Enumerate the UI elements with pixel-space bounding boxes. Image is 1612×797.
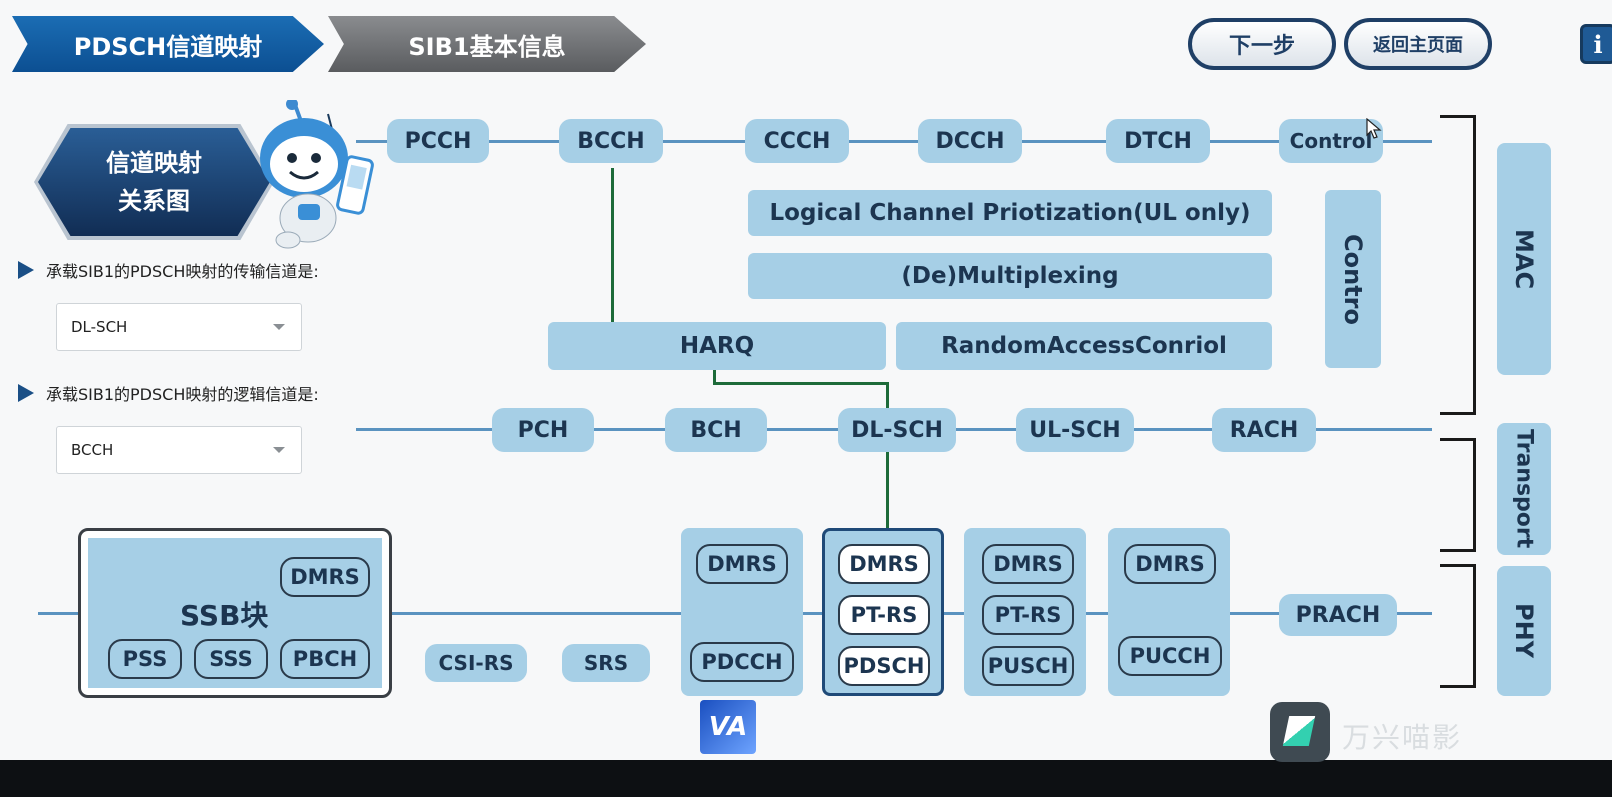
breadcrumb-pdsch-mapping[interactable]: PDSCH信道映射 bbox=[12, 16, 324, 72]
logical-channel-dcch: DCCH bbox=[918, 119, 1022, 163]
logical-channel-select[interactable]: BCCH bbox=[56, 426, 302, 474]
home-button[interactable]: 返回主页面 bbox=[1344, 18, 1492, 70]
next-step-button[interactable]: 下一步 bbox=[1188, 18, 1336, 70]
phy-bracket bbox=[1440, 564, 1476, 688]
question-logical-channel: 承载SIB1的PDSCH映射的逻辑信道是: bbox=[18, 381, 319, 405]
triangle-bullet-icon bbox=[18, 384, 34, 402]
ssb-label: SSB块 bbox=[180, 599, 269, 632]
pusch-channel: PUSCH bbox=[982, 646, 1074, 686]
random-access-control-block: RandomAccessConriol bbox=[896, 322, 1272, 370]
breadcrumb-sib1-info[interactable]: SIB1基本信息 bbox=[328, 16, 646, 72]
va-logo: VA bbox=[700, 700, 756, 754]
harq-block: HARQ bbox=[548, 322, 886, 370]
filmora-logo-icon bbox=[1270, 702, 1330, 762]
pdsch-ptrs: PT-RS bbox=[838, 595, 930, 635]
prach-channel: PRACH bbox=[1279, 594, 1397, 636]
taskbar bbox=[0, 760, 1612, 797]
logical-channel-value: BCCH bbox=[71, 441, 114, 459]
ssb-pbch: PBCH bbox=[280, 639, 370, 679]
transport-channel-select[interactable]: DL-SCH bbox=[56, 303, 302, 351]
logical-channel-bcch: BCCH bbox=[559, 119, 663, 163]
title-line-1: 信道映射 bbox=[106, 149, 202, 177]
bcch-to-harq-line bbox=[611, 168, 614, 322]
page-title: 信道映射 关系图 bbox=[38, 128, 270, 236]
control-block: Contro bbox=[1325, 190, 1381, 368]
transport-channel-pch: PCH bbox=[492, 408, 594, 452]
harq-to-dlsch-line bbox=[713, 382, 889, 385]
pdcch-channel: PDCCH bbox=[690, 642, 794, 682]
watermark-text: 万兴喵影 bbox=[1342, 721, 1463, 754]
question-transport-channel: 承载SIB1的PDSCH映射的传输信道是: bbox=[18, 258, 319, 282]
ssb-dmrs: DMRS bbox=[280, 557, 370, 597]
triangle-bullet-icon bbox=[18, 261, 34, 279]
dlsch-to-pdsch-line bbox=[886, 450, 889, 530]
robot-mascot-icon bbox=[260, 100, 374, 249]
pucch-dmrs: DMRS bbox=[1124, 544, 1216, 584]
layer-label-phy: PHY bbox=[1497, 566, 1551, 696]
pusch-ptrs: PT-RS bbox=[982, 595, 1074, 635]
ssb-sss: SSS bbox=[194, 639, 268, 679]
logical-channel-dtch: DTCH bbox=[1106, 119, 1210, 163]
transport-channel-dlsch: DL-SCH bbox=[838, 408, 956, 452]
layer-label-transport: Transport bbox=[1497, 423, 1551, 555]
logical-channel-ccch: CCCH bbox=[745, 119, 849, 163]
chevron-down-icon bbox=[273, 324, 285, 330]
pdcch-dmrs: DMRS bbox=[696, 544, 788, 584]
mac-bracket bbox=[1440, 115, 1476, 415]
logical-channel-line bbox=[356, 140, 1432, 143]
transport-bracket bbox=[1440, 438, 1476, 552]
question-1-text: 承载SIB1的PDSCH映射的传输信道是: bbox=[46, 262, 319, 281]
pdsch-channel: PDSCH bbox=[838, 646, 930, 686]
pusch-dmrs: DMRS bbox=[982, 544, 1074, 584]
srs-signal: SRS bbox=[562, 644, 650, 682]
info-icon[interactable]: i bbox=[1580, 24, 1612, 64]
dlsch-up-line bbox=[886, 382, 889, 408]
logical-channel-prioritization-block: Logical Channel Priotization(UL only) bbox=[748, 190, 1272, 236]
question-2-text: 承载SIB1的PDSCH映射的逻辑信道是: bbox=[46, 385, 319, 404]
logical-channel-pcch: PCCH bbox=[387, 119, 489, 163]
csi-rs-signal: CSI-RS bbox=[425, 644, 527, 682]
chevron-down-icon bbox=[273, 447, 285, 453]
pdsch-dmrs: DMRS bbox=[838, 544, 930, 584]
ssb-pss: PSS bbox=[108, 639, 182, 679]
transport-channel-value: DL-SCH bbox=[71, 318, 128, 336]
title-line-2: 关系图 bbox=[118, 187, 190, 215]
mouse-cursor-icon bbox=[1366, 118, 1382, 139]
transport-channel-rach: RACH bbox=[1212, 408, 1316, 452]
demultiplexing-block: (De)Multiplexing bbox=[748, 253, 1272, 299]
transport-channel-bch: BCH bbox=[665, 408, 767, 452]
layer-label-mac: MAC bbox=[1497, 143, 1551, 375]
transport-channel-ulsch: UL-SCH bbox=[1016, 408, 1134, 452]
pucch-channel: PUCCH bbox=[1118, 636, 1222, 676]
